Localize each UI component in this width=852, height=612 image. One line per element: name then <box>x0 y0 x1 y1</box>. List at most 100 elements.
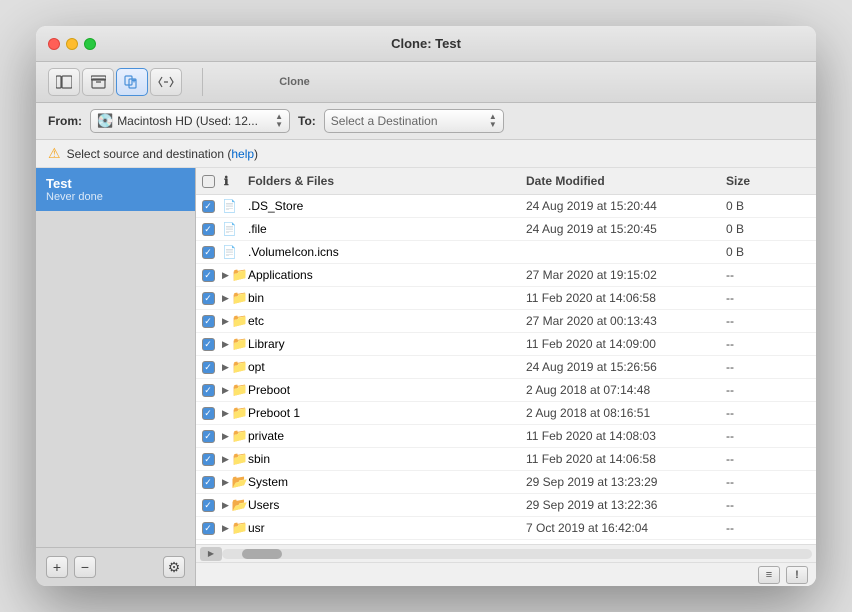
disclosure-triangle[interactable]: ▶ <box>222 339 229 350</box>
file-checkbox[interactable]: ✓ <box>202 430 215 443</box>
disclosure-triangle[interactable]: ▶ <box>222 454 229 465</box>
checkbox-cell: ✓ <box>196 269 220 282</box>
to-dropdown[interactable]: Select a Destination ▲ ▼ <box>324 109 504 133</box>
file-icon-cell: 📄 <box>220 222 244 236</box>
file-checkbox[interactable]: ✓ <box>202 522 215 535</box>
scrollbar-row: ▶ <box>196 544 816 562</box>
file-icon-cell: ▶📂 <box>220 474 244 490</box>
file-checkbox[interactable]: ✓ <box>202 292 215 305</box>
info-bar: ⚠ Select source and destination (help) <box>36 140 816 168</box>
file-extra <box>792 319 816 323</box>
clone-button[interactable] <box>116 68 148 96</box>
checkbox-cell: ✓ <box>196 407 220 420</box>
table-row: ✓▶📁etc27 Mar 2020 at 00:13:43-- <box>196 310 816 333</box>
table-row: ✓▶📁Library11 Feb 2020 at 14:09:00-- <box>196 333 816 356</box>
from-dropdown[interactable]: 💽 Macintosh HD (Used: 12... ▲ ▼ <box>90 109 290 133</box>
file-checkbox[interactable]: ✓ <box>202 476 215 489</box>
file-checkbox[interactable]: ✓ <box>202 246 215 259</box>
file-checkbox[interactable]: ✓ <box>202 361 215 374</box>
file-checkbox[interactable]: ✓ <box>202 338 215 351</box>
minimize-button[interactable] <box>66 38 78 50</box>
file-icon-cell: ▶📁 <box>220 267 244 283</box>
file-checkbox[interactable]: ✓ <box>202 453 215 466</box>
archive-icon <box>91 75 106 89</box>
file-size: -- <box>722 427 792 445</box>
play-button[interactable]: ▶ <box>200 547 222 561</box>
checkbox-cell: ✓ <box>196 200 220 213</box>
file-icon-cell: ▶📁 <box>220 290 244 306</box>
disclosure-triangle[interactable]: ▶ <box>222 293 229 304</box>
list-icon: ≡ <box>766 569 772 581</box>
file-size: 0 B <box>722 243 792 261</box>
file-name: .file <box>244 220 522 238</box>
file-extra <box>792 342 816 346</box>
maximize-button[interactable] <box>84 38 96 50</box>
file-checkbox[interactable]: ✓ <box>202 407 215 420</box>
disclosure-triangle[interactable]: ▶ <box>222 362 229 373</box>
disclosure-triangle[interactable]: ▶ <box>222 408 229 419</box>
file-name: Library <box>244 335 522 353</box>
info-message: Select source and destination (help) <box>67 147 258 161</box>
file-rows: ✓📄.DS_Store24 Aug 2019 at 15:20:440 B✓📄.… <box>196 195 816 544</box>
archive-button[interactable] <box>82 68 114 96</box>
disclosure-triangle[interactable]: ▶ <box>222 523 229 534</box>
help-link[interactable]: help <box>231 147 254 161</box>
file-date <box>522 250 722 254</box>
checkbox-cell: ✓ <box>196 315 220 328</box>
file-extra <box>792 480 816 484</box>
file-date: 29 Sep 2019 at 13:23:29 <box>522 473 722 491</box>
disclosure-triangle[interactable]: ▶ <box>222 477 229 488</box>
info-message-text: Select source and destination <box>67 147 224 161</box>
add-icon: + <box>53 559 61 575</box>
file-checkbox[interactable]: ✓ <box>202 384 215 397</box>
remove-item-button[interactable]: − <box>74 556 96 578</box>
file-size: -- <box>722 381 792 399</box>
table-row: ✓▶📁Applications27 Mar 2020 at 19:15:02-- <box>196 264 816 287</box>
file-icon-cell: ▶📁 <box>220 313 244 329</box>
sidebar-item-test[interactable]: Test Never done <box>36 168 195 211</box>
scroll-thumb[interactable] <box>242 549 282 559</box>
file-icon: 📄 <box>222 199 237 213</box>
header-size: Size <box>722 172 792 190</box>
list-view-button[interactable]: ≡ <box>758 566 780 584</box>
add-item-button[interactable]: + <box>46 556 68 578</box>
file-checkbox[interactable]: ✓ <box>202 315 215 328</box>
file-checkbox[interactable]: ✓ <box>202 499 215 512</box>
disclosure-triangle[interactable]: ▶ <box>222 270 229 281</box>
header-disc: ℹ <box>220 172 244 190</box>
file-name: .DS_Store <box>244 197 522 215</box>
file-date: 24 Aug 2019 at 15:20:45 <box>522 220 722 238</box>
file-checkbox[interactable]: ✓ <box>202 269 215 282</box>
file-extra <box>792 273 816 277</box>
file-name: System <box>244 473 522 491</box>
file-date: 7 Oct 2019 at 16:42:04 <box>522 519 722 537</box>
sidebar-toggle-button[interactable] <box>48 68 80 96</box>
file-icon-cell: 📄 <box>220 245 244 259</box>
file-size: -- <box>722 358 792 376</box>
sidebar-item-name: Test <box>46 176 185 191</box>
table-row: ✓ ▶📂System29 Sep 2019 at 13:23:29-- <box>196 471 816 494</box>
file-extra <box>792 503 816 507</box>
info-button[interactable]: ! <box>786 566 808 584</box>
file-size: -- <box>722 473 792 491</box>
disclosure-triangle[interactable]: ▶ <box>222 431 229 442</box>
compare-button[interactable] <box>150 68 182 96</box>
close-button[interactable] <box>48 38 60 50</box>
clone-section-label: Clone <box>217 76 372 88</box>
file-date: 29 Sep 2019 at 13:22:36 <box>522 496 722 514</box>
from-value: Macintosh HD (Used: 12... <box>117 114 258 128</box>
table-row: ✓📄.file24 Aug 2019 at 15:20:450 B <box>196 218 816 241</box>
disclosure-triangle[interactable]: ▶ <box>222 385 229 396</box>
file-checkbox[interactable]: ✓ <box>202 223 215 236</box>
titlebar: Clone: Test <box>36 26 816 62</box>
disclosure-triangle[interactable]: ▶ <box>222 500 229 511</box>
gear-button[interactable]: ⚙ <box>163 556 185 578</box>
file-date: 27 Mar 2020 at 19:15:02 <box>522 266 722 284</box>
scroll-track[interactable] <box>222 549 812 559</box>
remove-icon: − <box>81 559 89 575</box>
file-name: .VolumeIcon.icns <box>244 243 522 261</box>
table-row: ✓📄.DS_Store24 Aug 2019 at 15:20:440 B <box>196 195 816 218</box>
from-to-bar: From: 💽 Macintosh HD (Used: 12... ▲ ▼ To… <box>36 103 816 140</box>
disclosure-triangle[interactable]: ▶ <box>222 316 229 327</box>
file-checkbox[interactable]: ✓ <box>202 200 215 213</box>
